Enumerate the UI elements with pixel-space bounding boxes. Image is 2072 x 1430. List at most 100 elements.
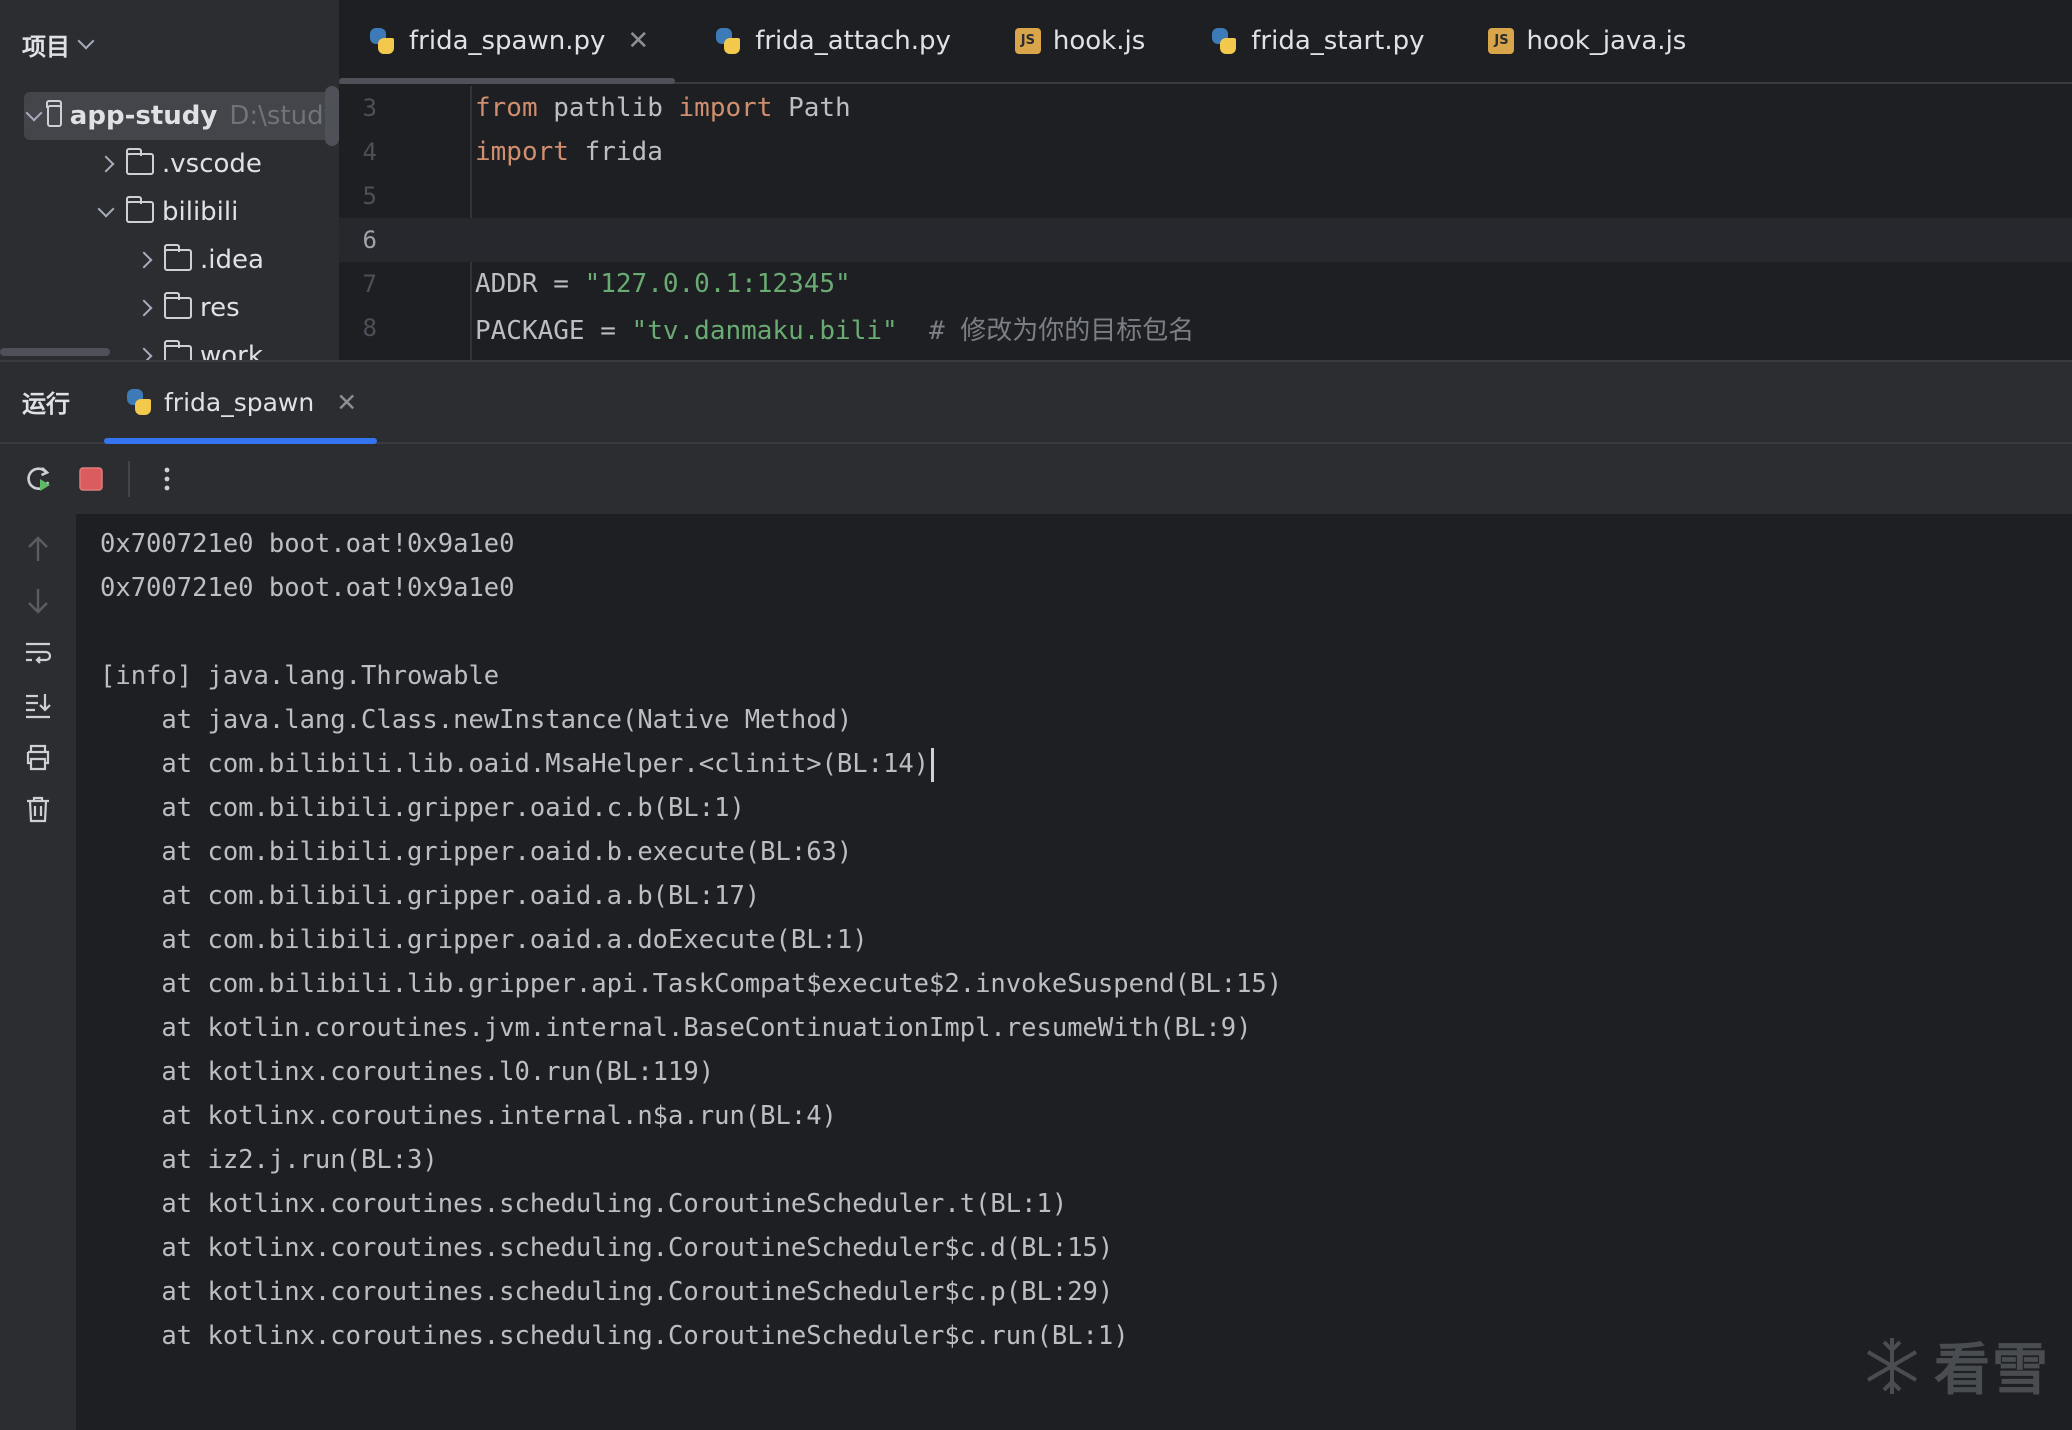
watermark: 看雪 bbox=[1860, 1325, 2050, 1406]
watermark-text: 看雪 bbox=[1934, 1338, 2050, 1403]
chevron-right-icon[interactable] bbox=[130, 246, 158, 274]
code-line[interactable]: 4 import frida bbox=[339, 130, 2072, 174]
more-options-button[interactable] bbox=[152, 464, 182, 494]
code-token: Path bbox=[772, 93, 851, 123]
code-line[interactable]: 6 bbox=[339, 218, 2072, 262]
folder-icon bbox=[46, 100, 63, 127]
up-button[interactable] bbox=[23, 534, 53, 564]
chevron-right-icon[interactable] bbox=[130, 342, 158, 360]
console-line-text: at com.bilibili.gripper.oaid.c.b(BL:1) bbox=[100, 793, 745, 823]
run-toolbar bbox=[0, 444, 2072, 514]
tree-item-label: .idea bbox=[200, 245, 264, 275]
console-output[interactable]: 0x700721e0 boot.oat!0x9a1e0 0x700721e0 bo… bbox=[76, 514, 2072, 1430]
tree-item-label: res bbox=[200, 293, 240, 323]
line-number: 6 bbox=[362, 226, 377, 254]
console-line-text: at com.bilibili.gripper.oaid.a.b(BL:17) bbox=[100, 881, 761, 911]
tree-item-appstudy[interactable]: app-study D:\study bbox=[24, 92, 339, 140]
console-line: at kotlinx.coroutines.scheduling.Corouti… bbox=[76, 1182, 2072, 1226]
folder-icon bbox=[163, 292, 192, 319]
chevron-down-icon[interactable] bbox=[25, 102, 43, 130]
code-line[interactable]: 7 ADDR = "127.0.0.1:12345" bbox=[339, 262, 2072, 306]
rerun-button[interactable] bbox=[24, 464, 54, 494]
code-token: import bbox=[678, 93, 773, 123]
tree-item-label: .vscode bbox=[162, 149, 262, 179]
snowflake-icon bbox=[1866, 1337, 1918, 1394]
chevron-right-icon[interactable] bbox=[92, 150, 120, 178]
line-number: 8 bbox=[362, 314, 377, 342]
console-line: at kotlinx.coroutines.internal.n$a.run(B… bbox=[76, 1094, 2072, 1138]
soft-wrap-button[interactable] bbox=[23, 638, 53, 668]
chevron-right-icon[interactable] bbox=[130, 294, 158, 322]
folder-icon bbox=[125, 148, 154, 175]
python-icon bbox=[124, 387, 154, 417]
tree-item-vscode[interactable]: .vscode bbox=[0, 140, 339, 188]
code-token: "tv.danmaku.bili" bbox=[631, 315, 898, 346]
code-token: ADDR = bbox=[475, 269, 585, 299]
console-line: at com.bilibili.gripper.oaid.a.doExecute… bbox=[76, 918, 2072, 962]
code-text: ADDR = "127.0.0.1:12345" bbox=[475, 269, 851, 299]
arrow-down-icon bbox=[28, 589, 48, 614]
down-button[interactable] bbox=[23, 586, 53, 616]
folder-icon bbox=[125, 196, 154, 223]
line-number: 7 bbox=[362, 270, 377, 298]
rerun-icon bbox=[27, 467, 50, 491]
code-editor[interactable]: 3 from pathlib import Path 4 import frida 5 6… bbox=[339, 86, 2072, 360]
folder-icon bbox=[163, 340, 192, 360]
code-token: PACKAGE = bbox=[475, 315, 632, 346]
tree-item-path: D:\study bbox=[229, 101, 339, 131]
python-icon bbox=[1209, 26, 1239, 56]
console-line-text: at com.bilibili.gripper.oaid.b.execute(B… bbox=[100, 837, 853, 867]
code-token: from bbox=[475, 93, 538, 123]
tab-frida-start-py[interactable]: frida_start.py bbox=[1181, 0, 1450, 82]
code-line[interactable]: 5 bbox=[339, 174, 2072, 218]
project-scrollbar[interactable] bbox=[325, 86, 339, 146]
tab-frida-attach-py[interactable]: frida_attach.py bbox=[685, 0, 977, 82]
line-number: 5 bbox=[362, 182, 377, 210]
editor-tabs: frida_spawn.py ✕ frida_attach.py JS hook.js f… bbox=[339, 0, 2072, 84]
run-tab-frida-spawn[interactable]: frida_spawn ✕ bbox=[104, 362, 378, 444]
scroll-to-end-button[interactable] bbox=[23, 690, 53, 720]
tab-label: frida_start.py bbox=[1251, 26, 1425, 56]
project-view-selector[interactable]: 项目 bbox=[22, 26, 95, 62]
console-line-text: at kotlinx.coroutines.l0.run(BL:119) bbox=[100, 1057, 715, 1087]
tab-hook-java-js[interactable]: JS hook_java.js bbox=[1460, 0, 1712, 82]
tab-hook-js[interactable]: JS hook.js bbox=[987, 0, 1171, 82]
console-line: [info] java.lang.Throwable bbox=[76, 654, 2072, 698]
code-line[interactable]: 8 PACKAGE = "tv.danmaku.bili" # 修改为你的目标包名 bbox=[339, 306, 2072, 350]
console-line: 0x700721e0 boot.oat!0x9a1e0 bbox=[76, 566, 2072, 610]
console-line: at com.bilibili.gripper.oaid.b.execute(B… bbox=[76, 830, 2072, 874]
console-line: at com.bilibili.lib.oaid.MsaHelper.<clin… bbox=[76, 742, 2072, 786]
console-line-text: at kotlinx.coroutines.scheduling.Corouti… bbox=[100, 1189, 1068, 1219]
project-horizontal-scrollbar[interactable] bbox=[0, 348, 110, 356]
tree-item-bilibili[interactable]: bilibili bbox=[0, 188, 339, 236]
chevron-down-icon[interactable] bbox=[92, 198, 120, 226]
console-line-text: at kotlin.coroutines.jvm.internal.BaseCo… bbox=[100, 1013, 1252, 1043]
run-tab-label: frida_spawn bbox=[164, 387, 315, 417]
console-line: at kotlin.coroutines.jvm.internal.BaseCo… bbox=[76, 1006, 2072, 1050]
folder-icon bbox=[163, 244, 192, 271]
print-button[interactable] bbox=[23, 742, 53, 772]
project-panel: 项目 app-study D:\study .vscode bilibili .idea… bbox=[0, 0, 339, 360]
project-tree: app-study D:\study .vscode bilibili .idea res… bbox=[0, 92, 339, 360]
close-icon[interactable]: ✕ bbox=[627, 26, 649, 56]
soft-wrap-icon bbox=[26, 642, 52, 664]
tree-item-res[interactable]: res bbox=[0, 284, 339, 332]
run-title: 运行 bbox=[22, 390, 70, 418]
console-line-text: at iz2.j.run(BL:3) bbox=[100, 1145, 438, 1175]
stop-icon bbox=[79, 467, 103, 491]
clear-all-button[interactable] bbox=[23, 794, 53, 824]
tab-frida-spawn-py[interactable]: frida_spawn.py ✕ bbox=[339, 0, 676, 84]
code-token: import bbox=[475, 137, 569, 167]
console-line: at kotlinx.coroutines.l0.run(BL:119) bbox=[76, 1050, 2072, 1094]
console-line-text: at kotlinx.coroutines.scheduling.Corouti… bbox=[100, 1233, 1114, 1263]
project-title: 项目 bbox=[22, 32, 70, 61]
python-icon bbox=[713, 26, 743, 56]
tree-item-idea[interactable]: .idea bbox=[0, 236, 339, 284]
console-line: at kotlinx.coroutines.scheduling.Corouti… bbox=[76, 1226, 2072, 1270]
tree-item-label: app-study bbox=[69, 101, 218, 131]
code-line[interactable]: 3 from pathlib import Path bbox=[339, 86, 2072, 130]
close-icon[interactable]: ✕ bbox=[336, 388, 357, 417]
stop-button[interactable] bbox=[76, 464, 106, 494]
